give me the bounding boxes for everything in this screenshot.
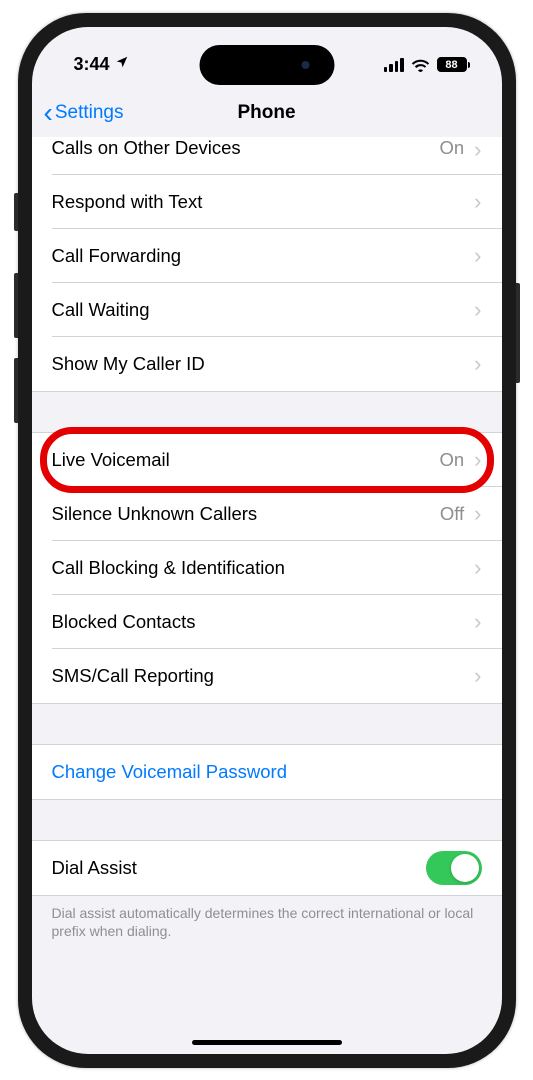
row-call-forwarding[interactable]: Call Forwarding › xyxy=(32,229,502,283)
volume-up-button xyxy=(14,273,18,338)
chevron-right-icon: › xyxy=(474,189,481,215)
row-sms-call-reporting[interactable]: SMS/Call Reporting › xyxy=(32,649,502,703)
row-call-blocking-identification[interactable]: Call Blocking & Identification › xyxy=(32,541,502,595)
battery-icon: 88 xyxy=(437,57,470,72)
dial-assist-footer: Dial assist automatically determines the… xyxy=(32,896,502,962)
row-blocked-contacts[interactable]: Blocked Contacts › xyxy=(32,595,502,649)
chevron-left-icon: ‹ xyxy=(44,99,53,127)
row-value: On xyxy=(439,137,464,159)
chevron-right-icon: › xyxy=(474,609,481,635)
row-label: Show My Caller ID xyxy=(52,353,475,375)
row-label: Call Waiting xyxy=(52,299,475,321)
row-label: SMS/Call Reporting xyxy=(52,665,475,687)
row-silence-unknown-callers[interactable]: Silence Unknown Callers Off › xyxy=(32,487,502,541)
row-value: Off xyxy=(440,503,464,525)
row-dial-assist[interactable]: Dial Assist xyxy=(32,841,502,895)
chevron-right-icon: › xyxy=(474,297,481,323)
chevron-right-icon: › xyxy=(474,501,481,527)
home-indicator[interactable] xyxy=(192,1040,342,1045)
row-respond-with-text[interactable]: Respond with Text › xyxy=(32,175,502,229)
nav-bar: ‹ Settings Phone xyxy=(32,89,502,137)
row-label: Calls on Other Devices xyxy=(52,137,440,159)
status-right: 88 xyxy=(384,57,470,72)
dial-assist-toggle[interactable] xyxy=(426,851,482,885)
cellular-signal-icon xyxy=(384,58,404,72)
row-change-voicemail-password[interactable]: Change Voicemail Password xyxy=(32,745,502,799)
row-label: Change Voicemail Password xyxy=(52,761,482,783)
phone-frame: 3:44 88 xyxy=(18,13,516,1068)
settings-content[interactable]: Calls on Other Devices On › Respond with… xyxy=(32,137,502,1054)
chevron-right-icon: › xyxy=(474,351,481,377)
row-value: On xyxy=(439,449,464,471)
row-calls-other-devices[interactable]: Calls on Other Devices On › xyxy=(32,137,502,175)
volume-down-button xyxy=(14,358,18,423)
power-button xyxy=(516,283,520,383)
screen: 3:44 88 xyxy=(32,27,502,1054)
page-title: Phone xyxy=(237,102,295,124)
battery-percentage: 88 xyxy=(445,59,457,71)
settings-group-dial-assist: Dial Assist xyxy=(32,840,502,896)
chevron-right-icon: › xyxy=(474,137,481,163)
dynamic-island xyxy=(199,45,334,85)
row-label: Live Voicemail xyxy=(52,449,440,471)
row-label: Respond with Text xyxy=(52,191,475,213)
row-show-caller-id[interactable]: Show My Caller ID › xyxy=(32,337,502,391)
row-label: Blocked Contacts xyxy=(52,611,475,633)
chevron-right-icon: › xyxy=(474,447,481,473)
chevron-right-icon: › xyxy=(474,243,481,269)
status-time: 3:44 xyxy=(74,54,110,75)
wifi-icon xyxy=(411,58,430,72)
row-label: Call Blocking & Identification xyxy=(52,557,475,579)
settings-group-voicemail: Live Voicemail On › Silence Unknown Call… xyxy=(32,432,502,704)
location-arrow-icon xyxy=(115,55,129,74)
status-left: 3:44 xyxy=(74,54,129,75)
chevron-right-icon: › xyxy=(474,555,481,581)
row-label: Dial Assist xyxy=(52,857,426,879)
back-button[interactable]: ‹ Settings xyxy=(44,99,124,127)
row-call-waiting[interactable]: Call Waiting › xyxy=(32,283,502,337)
settings-group-calls: Calls on Other Devices On › Respond with… xyxy=(32,137,502,392)
chevron-right-icon: › xyxy=(474,663,481,689)
silence-switch xyxy=(14,193,18,231)
row-label: Call Forwarding xyxy=(52,245,475,267)
back-label: Settings xyxy=(55,102,124,124)
row-label: Silence Unknown Callers xyxy=(52,503,440,525)
settings-group-voicemail-password: Change Voicemail Password xyxy=(32,744,502,800)
row-live-voicemail[interactable]: Live Voicemail On › xyxy=(32,433,502,487)
